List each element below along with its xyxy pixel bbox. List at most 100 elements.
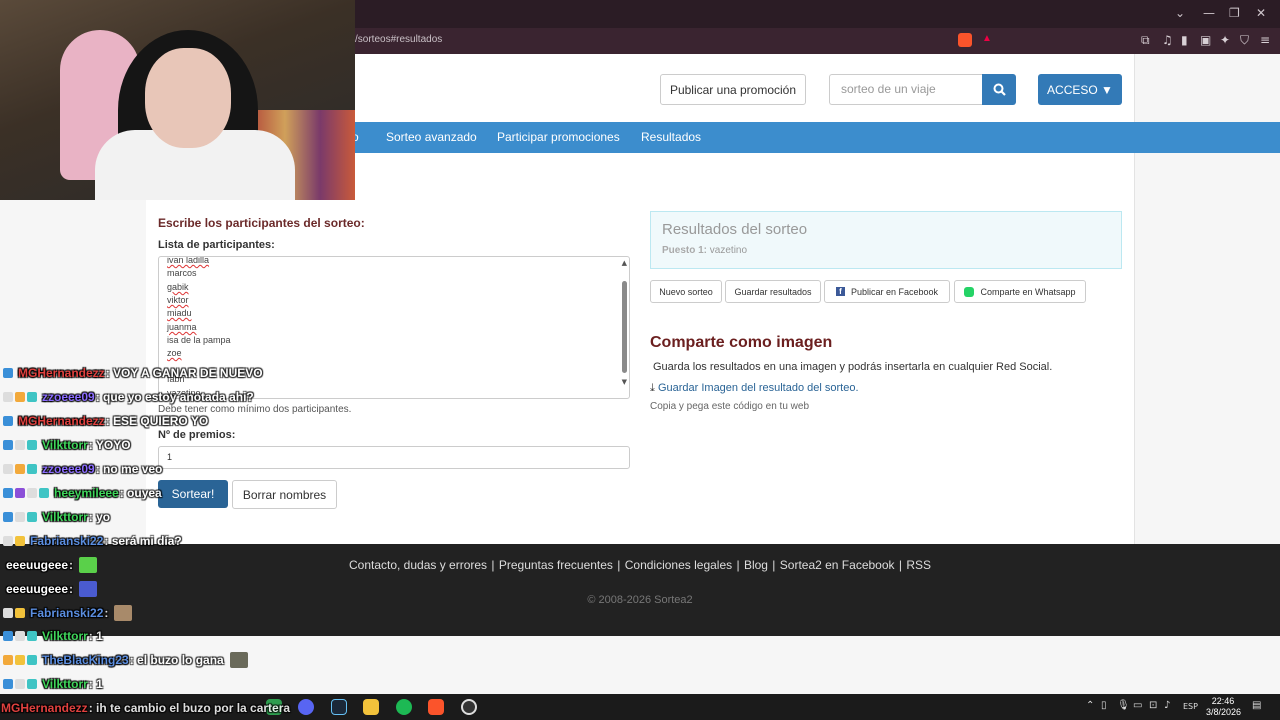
chat-text: : YOYO	[88, 438, 131, 452]
chat-message: Fabrianski22: será mi día?	[3, 530, 182, 552]
brave-shield-icon[interactable]	[958, 33, 972, 47]
facebook-share-button[interactable]: f Publicar en Facebook	[824, 280, 950, 303]
nav-item-results[interactable]: Resultados	[641, 130, 701, 144]
spotify-icon[interactable]	[396, 699, 412, 715]
obs-icon[interactable]	[461, 699, 477, 715]
badge-icon	[27, 655, 37, 665]
maximize-icon[interactable]: ❐	[1229, 6, 1240, 20]
volume-icon[interactable]: ♪	[1164, 700, 1170, 711]
whatsapp-share-button[interactable]: Comparte en Whatsapp	[954, 280, 1086, 303]
badge-icon	[3, 608, 13, 618]
participant-line: isa de la pampa	[167, 335, 231, 345]
language-indicator[interactable]: ESP	[1183, 702, 1198, 711]
microphone-icon[interactable]: 🎙	[1117, 700, 1130, 711]
extensions-icon[interactable]: ⧉	[1141, 33, 1150, 48]
menu-icon[interactable]: ≡	[1260, 33, 1270, 47]
badge-icon	[3, 536, 13, 546]
prizes-input[interactable]: 1	[158, 446, 630, 469]
participant-line: ivan ladilla	[167, 256, 210, 265]
chat-message: TheBlacKing23: el buzo lo gana	[3, 649, 248, 671]
emote-icon	[79, 557, 98, 573]
chat-user: eeeuugeee	[6, 558, 69, 572]
tray-device-icon[interactable]: ▯	[1101, 700, 1107, 711]
footer-link-blog[interactable]: Blog	[744, 558, 768, 572]
monitor-icon[interactable]: ▭	[1133, 700, 1142, 711]
badge-icon	[3, 392, 13, 402]
participant-line: marcos	[167, 268, 197, 278]
chat-user: heeymileee	[54, 486, 119, 500]
clock[interactable]: 22:46 3/8/2026	[1206, 696, 1241, 718]
emote-icon	[79, 581, 98, 597]
url-text[interactable]: /sorteos#resultados	[355, 34, 442, 45]
scroll-up-icon[interactable]: ▲	[622, 259, 627, 267]
nav-item-advanced[interactable]: Sorteo avanzado	[386, 130, 477, 144]
minimize-icon[interactable]: —	[1203, 6, 1215, 20]
badge-icon	[3, 655, 13, 665]
webcam-face	[145, 48, 231, 148]
chat-message: Vilkttorr: YOYO	[3, 434, 131, 456]
chat-user: eeeuugeee	[6, 582, 69, 596]
badge-icon	[3, 440, 13, 450]
chat-text: :	[69, 582, 74, 596]
chat-message: zzoeee09: no me veo	[3, 458, 162, 480]
wallet-icon[interactable]: ▣	[1200, 33, 1211, 47]
search-button[interactable]	[982, 74, 1016, 105]
sidebar-icon[interactable]: ▮	[1181, 33, 1188, 47]
whatsapp-share-label: Comparte en Whatsapp	[980, 286, 1076, 297]
chat-message: eeeuugeee:	[3, 578, 98, 600]
emote-icon	[229, 652, 248, 668]
publish-promotion-button[interactable]: Publicar una promoción	[660, 74, 806, 105]
save-image-link[interactable]: ⤓ Guardar Imagen del resultado del sorte…	[650, 382, 859, 395]
file-explorer-icon[interactable]	[363, 699, 379, 715]
chat-message: Vilkttorr: 1	[3, 673, 103, 695]
badge-icon	[15, 464, 25, 474]
tab-list-icon[interactable]: ⌄	[1175, 6, 1185, 20]
position-winner: vazetino	[709, 245, 748, 256]
chat-user: zzoeee09	[42, 462, 95, 476]
footer: Contacto, dudas y errores | Preguntas fr…	[0, 544, 1280, 636]
chat-text: :	[69, 558, 74, 572]
badge-icon	[3, 512, 13, 522]
media-icon[interactable]: ♫	[1162, 33, 1173, 47]
search-input[interactable]: sorteo de un viaje	[829, 74, 982, 105]
vpn-icon[interactable]: ⛉	[1240, 33, 1249, 48]
tray-chevron-icon[interactable]: ⌃	[1086, 700, 1094, 711]
footer-link-faq[interactable]: Preguntas frecuentes	[499, 558, 613, 572]
footer-link-rss[interactable]: RSS	[906, 558, 931, 572]
clear-names-button[interactable]: Borrar nombres	[232, 480, 337, 509]
footer-link-contact[interactable]: Contacto, dudas y errores	[349, 558, 487, 572]
results-panel: Resultados del sorteo Puesto 1: vazetino	[650, 211, 1122, 269]
leo-ai-icon[interactable]: ✦	[1220, 33, 1230, 47]
chat-message: MGHernandezz: VOY A GANAR DE NUEVO	[3, 362, 263, 384]
webcam-overlay	[0, 0, 355, 200]
badge-icon	[15, 536, 25, 546]
participant-line: juanma	[167, 322, 197, 332]
save-results-button[interactable]: Guardar resultados	[725, 280, 821, 303]
form-title: Escribe los participantes del sorteo:	[158, 216, 365, 230]
network-icon[interactable]: ⊡	[1149, 700, 1157, 711]
close-icon[interactable]: ✕	[1256, 6, 1266, 20]
steam-icon[interactable]	[331, 699, 347, 715]
chat-user: MGHernandezz	[18, 366, 105, 380]
scroll-thumb[interactable]	[622, 281, 627, 373]
draw-button[interactable]: Sortear!	[158, 480, 228, 508]
badge-icon	[3, 488, 13, 498]
chat-text: : ih te cambio el buzo por la cartera	[88, 701, 291, 715]
footer-link-legal[interactable]: Condiciones legales	[625, 558, 732, 572]
access-button[interactable]: ACCESO ▼	[1038, 74, 1122, 105]
notifications-icon[interactable]: ▤	[1252, 700, 1261, 711]
brave-icon[interactable]	[428, 699, 444, 715]
result-position: Puesto 1: vazetino	[662, 245, 747, 256]
badge-icon	[15, 440, 25, 450]
nav-item-promotions[interactable]: Participar promociones	[497, 130, 620, 144]
brave-rewards-icon[interactable]: ▲	[980, 33, 994, 47]
chat-user: MGHernandezz	[18, 414, 105, 428]
footer-link-facebook[interactable]: Sortea2 en Facebook	[780, 558, 895, 572]
new-draw-button[interactable]: Nuevo sorteo	[650, 280, 722, 303]
discord-icon[interactable]	[298, 699, 314, 715]
participant-line: zoe	[167, 348, 182, 358]
badge-icon	[27, 488, 37, 498]
chat-text: : que yo estoy anotada ahi?	[95, 390, 254, 404]
badge-icon	[3, 631, 13, 641]
scroll-down-icon[interactable]: ▼	[622, 378, 627, 386]
